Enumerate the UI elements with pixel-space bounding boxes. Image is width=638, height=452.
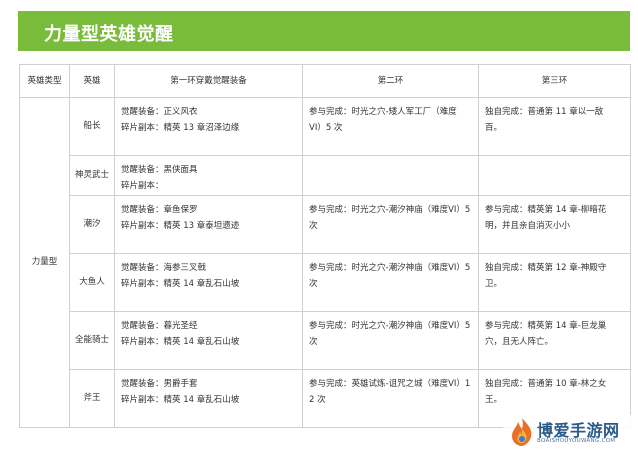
ring2-line: VI）5 次 [309,123,343,134]
ring3-cell: 独自完成：普通第 11 章以一敌 百。 [478,97,631,156]
hero-name: 大鱼人 [69,253,115,312]
ring1-cell: 觉醒装备：暮光圣经碎片副本：精英 14 章乱石山坡 [114,311,303,370]
ring2-cell: 参与完成：英雄试炼-诅咒之城（难度VI）1 2 次 [302,369,479,428]
ring1-equip: 觉醒装备：海参三叉戟 [121,263,207,273]
table-row: 神灵武士 觉醒装备：黑侠面具 碎片副本： [20,155,631,196]
hero-name: 神灵武士 [69,155,115,196]
watermark-subtext: BOAISHOUYOUWANG.COM [537,438,616,444]
page-title: 力量型英雄觉醒 [44,24,174,45]
ring3-line: 卫。 [485,279,503,290]
ring3-line: 王。 [485,395,503,406]
hero-name: 全能骑士 [69,311,115,370]
ring1-equip: 觉醒装备：章鱼保罗 [121,205,198,215]
ring2-line: 次 [309,221,318,232]
ring1-cell: 觉醒装备：男爵手套碎片副本：精英 14 章乱石山坡 [114,369,303,428]
ring2-line: 次 [309,279,318,290]
hero-name: 船长 [69,97,115,156]
ring1-equip: 觉醒装备：黑侠面具 [121,165,198,175]
ring1-cell: 觉醒装备：章鱼保罗碎片副本：精英 13 章泰坦遗迹 [114,195,303,254]
header-hero: 英雄 [69,64,115,98]
ring3-line: 独自完成：普通第 10 章-林之女 [485,379,607,389]
ring2-line: 参与完成：时光之穴-潮汐神庙（难度VI）5 [309,263,471,273]
ring3-cell: 参与完成：精英第 14 章-巨龙巢 穴，且无人阵亡。 [478,311,631,370]
ring2-line: 参与完成：时光之穴-潮汐神庙（难度VI）5 [309,321,471,331]
ring2-line: 次 [309,337,318,348]
ring3-line: 百。 [485,123,503,134]
ring1-equip: 觉醒装备：正义风衣 [121,107,198,117]
ring1-shard: 碎片副本：精英 14 章乱石山坡 [121,279,240,290]
ring1-shard: 碎片副本：精英 14 章乱石山坡 [121,337,240,348]
ring1-equip: 觉醒装备：暮光圣经 [121,321,198,331]
hero-name: 斧王 [69,369,115,428]
ring1-cell: 觉醒装备：正义风衣碎片副本：精英 13 章沼泽边缘 [114,97,303,156]
ring2-cell [302,155,479,196]
hero-type-cell: 力量型 [19,97,70,428]
header-hero-type: 英雄类型 [19,64,70,98]
ring2-cell: 参与完成：时光之穴-矮人军工厂（难度 VI）5 次 [302,97,479,156]
ring3-line: 独自完成：精英第 12 章-神殿守 [485,263,607,273]
ring3-line: 独自完成：普通第 11 章以一敌 [485,107,604,117]
table-row: 全能骑士 觉醒装备：暮光圣经碎片副本：精英 14 章乱石山坡 参与完成：时光之穴… [20,311,631,370]
flame-logo-icon [512,418,532,446]
ring1-shard: 碎片副本：精英 14 章乱石山坡 [121,395,240,406]
header-ring2: 第二环 [302,64,479,98]
ring3-line: 参与完成：精英第 14 章-柳暗花 [485,205,607,215]
ring2-cell: 参与完成：时光之穴-潮汐神庙（难度VI）5 次 [302,253,479,312]
title-banner: 力量型英雄觉醒 [18,11,630,51]
ring1-shard: 碎片副本：精英 13 章沼泽边缘 [121,123,240,134]
ring3-line: 明，并且亲自消灭小小 [485,221,571,232]
ring2-cell: 参与完成：时光之穴-潮汐神庙（难度VI）5 次 [302,195,479,254]
awakening-table: 英雄类型 英雄 第一环穿戴觉醒装备 第二环 第三环 力量型 船长 觉醒装备：正义… [19,64,631,428]
ring3-cell: 参与完成：精英第 14 章-柳暗花 明，并且亲自消灭小小 [478,195,631,254]
ring3-line: 穴，且无人阵亡。 [485,337,554,348]
ring2-line: 参与完成：英雄试炼-诅咒之城（难度VI）1 [309,379,471,389]
ring1-cell: 觉醒装备：黑侠面具 碎片副本： [114,155,303,196]
ring1-shard: 碎片副本： [121,181,164,192]
ring2-line: 2 次 [309,395,326,406]
ring1-shard: 碎片副本：精英 13 章泰坦遗迹 [121,221,240,232]
table-row: 潮汐 觉醒装备：章鱼保罗碎片副本：精英 13 章泰坦遗迹 参与完成：时光之穴-潮… [20,195,631,254]
table-row: 力量型 船长 觉醒装备：正义风衣碎片副本：精英 13 章沼泽边缘 参与完成：时光… [19,97,631,428]
header-ring3: 第三环 [478,64,631,98]
site-watermark: 博爱手游网 BOAISHOUYOUWANG.COM [503,415,638,452]
ring2-line: 参与完成：时光之穴-潮汐神庙（难度VI）5 [309,205,471,215]
ring1-equip: 觉醒装备：男爵手套 [121,379,198,389]
table-header-row: 英雄类型 英雄 第一环穿戴觉醒装备 第二环 第三环 [19,64,631,98]
ring2-line: 参与完成：时光之穴-矮人军工厂（难度 [309,107,457,117]
ring1-cell: 觉醒装备：海参三叉戟碎片副本：精英 14 章乱石山坡 [114,253,303,312]
ring3-line: 参与完成：精英第 14 章-巨龙巢 [485,321,607,331]
table-row: 大鱼人 觉醒装备：海参三叉戟碎片副本：精英 14 章乱石山坡 参与完成：时光之穴… [20,253,631,312]
hero-name: 潮汐 [69,195,115,254]
ring3-cell [478,155,631,196]
header-ring1: 第一环穿戴觉醒装备 [114,64,303,98]
ring3-cell: 独自完成：精英第 12 章-神殿守 卫。 [478,253,631,312]
ring2-cell: 参与完成：时光之穴-潮汐神庙（难度VI）5 次 [302,311,479,370]
